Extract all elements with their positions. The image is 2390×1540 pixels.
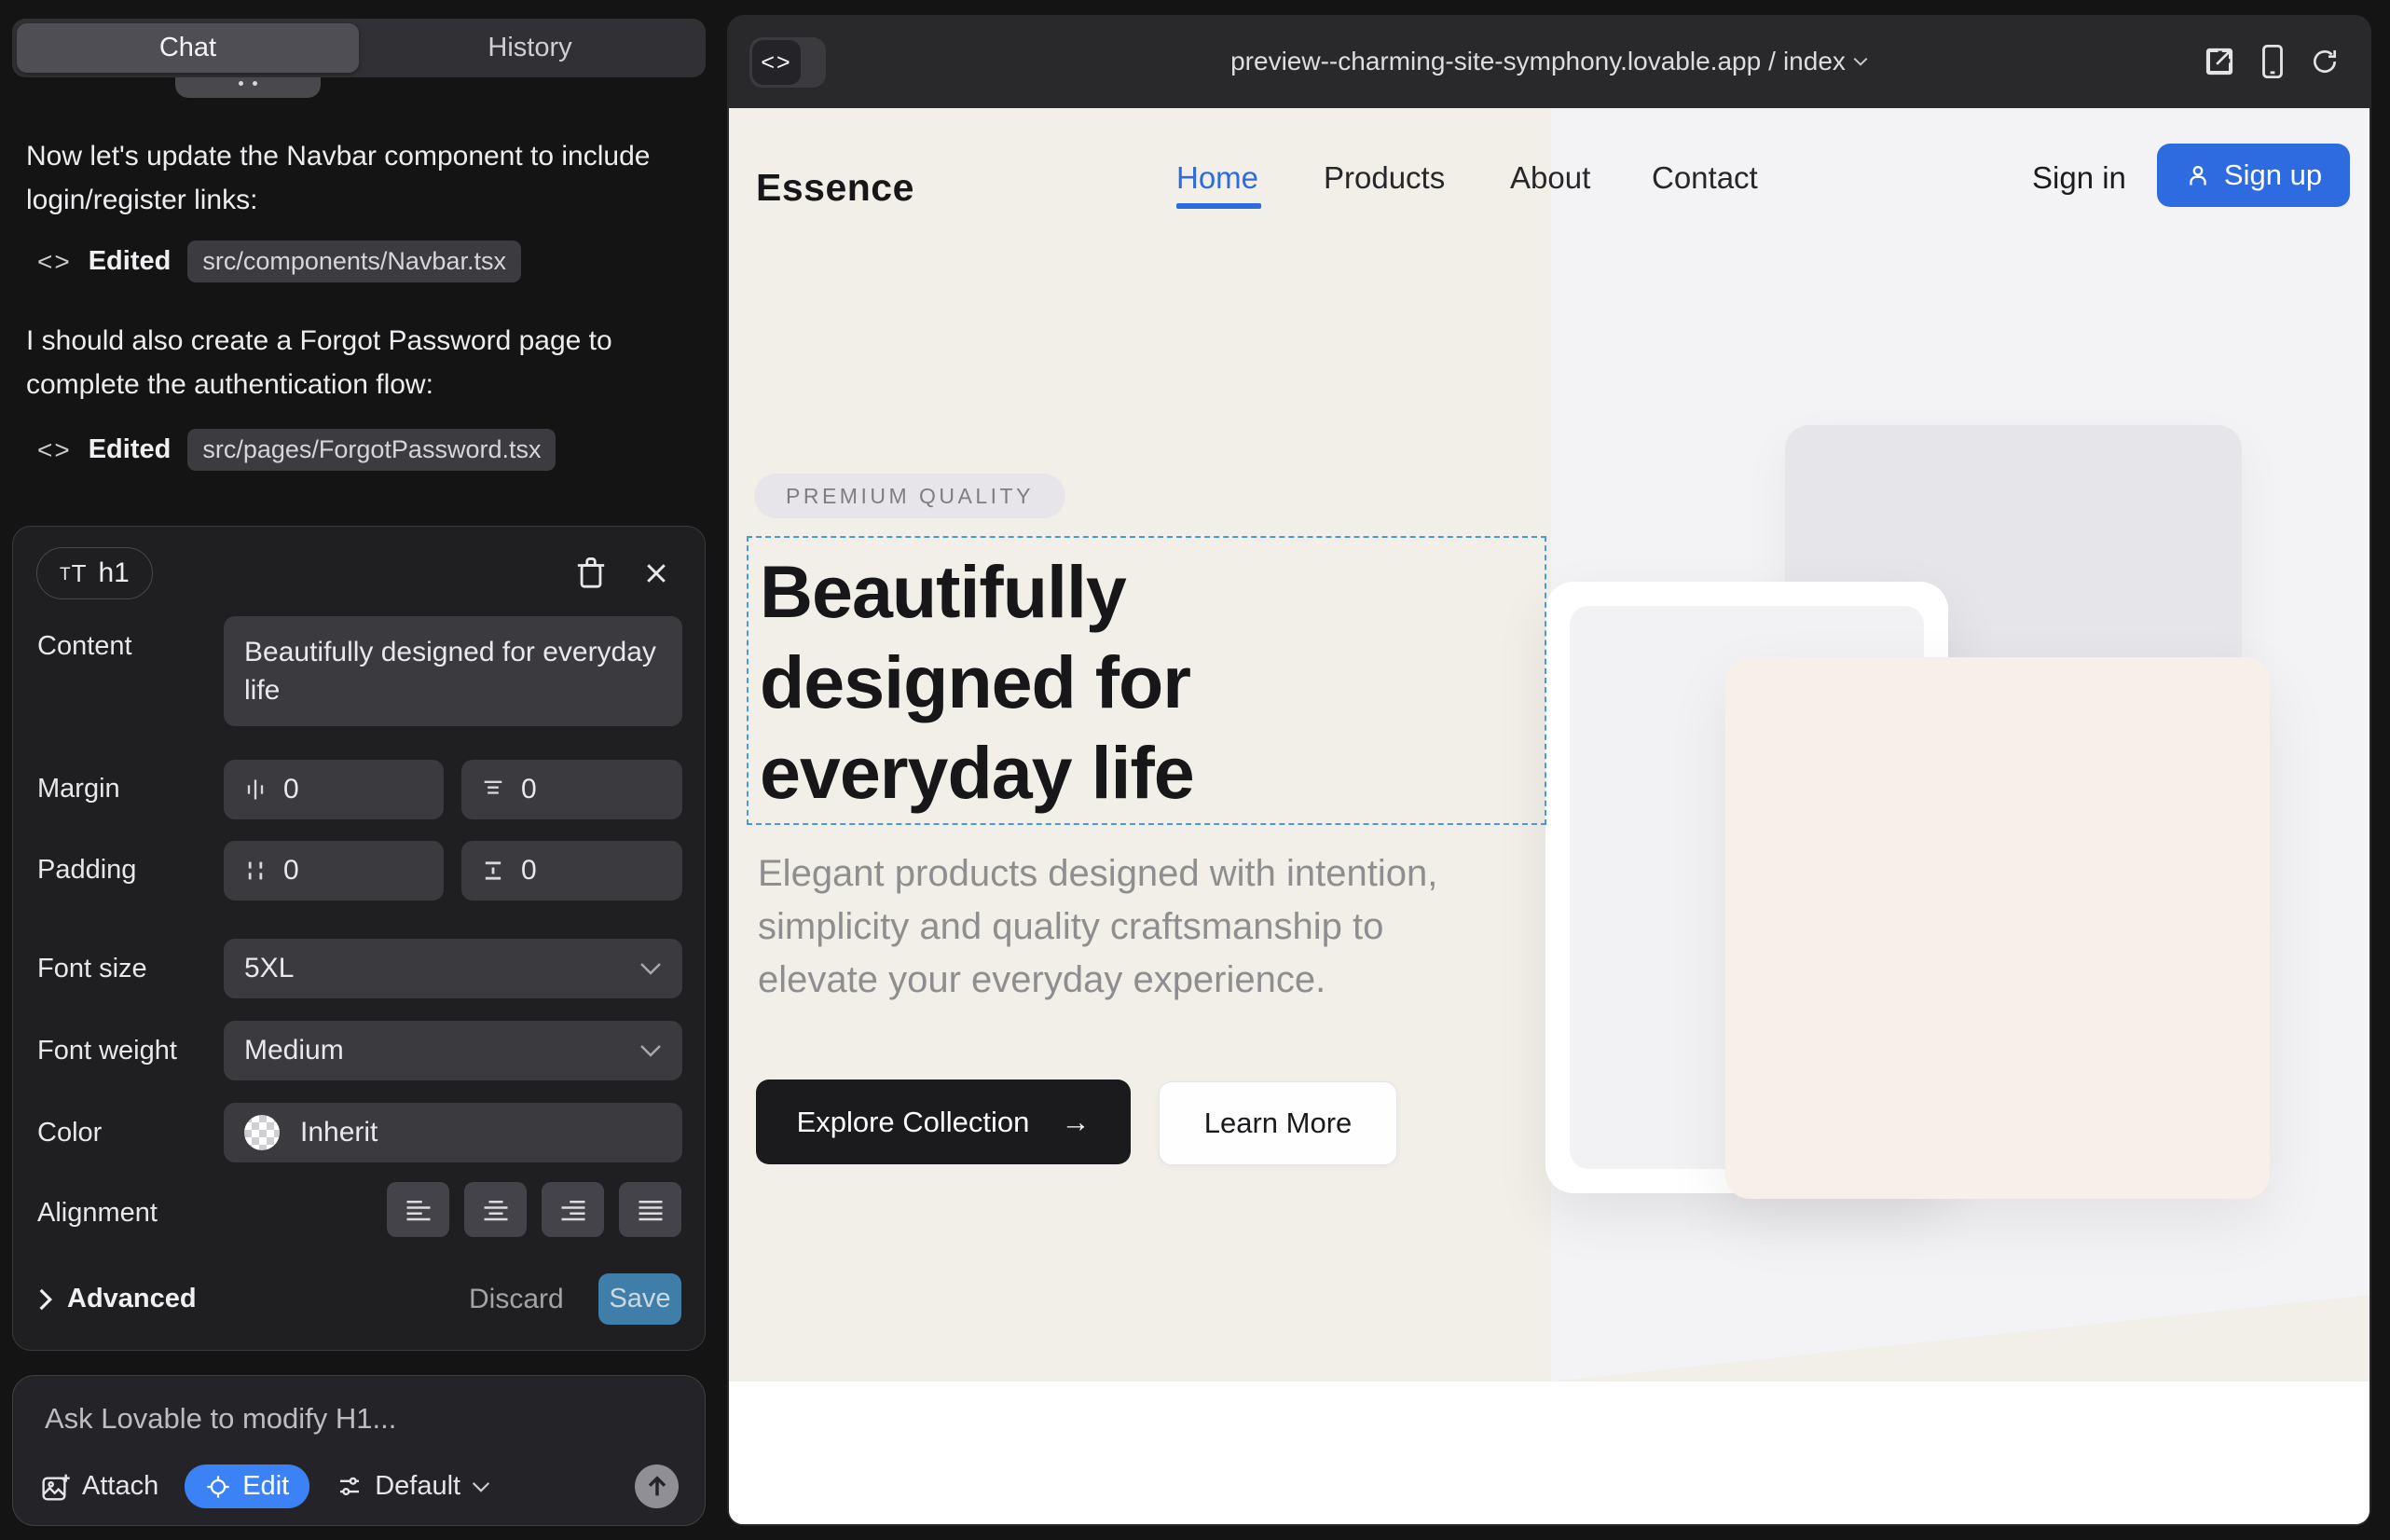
- margin-label: Margin: [37, 774, 120, 804]
- sign-up-button[interactable]: Sign up: [2157, 144, 2350, 207]
- scrolled-message-chip: [175, 77, 321, 98]
- element-editor-panel: TT h1 Content Beautifully designed for e…: [12, 526, 706, 1351]
- mobile-icon[interactable]: [2260, 44, 2286, 79]
- align-center-button[interactable]: [464, 1182, 527, 1237]
- url-bar[interactable]: preview--charming-site-symphony.lovable.…: [727, 15, 2371, 108]
- chat-message: Now let's update the Navbar component to…: [26, 134, 690, 222]
- padding-x-input[interactable]: 0: [224, 841, 444, 901]
- tab-chat[interactable]: Chat: [17, 23, 359, 73]
- alignment-label: Alignment: [37, 1198, 158, 1229]
- chat-history-tabbar: Chat History: [12, 19, 706, 77]
- preview-url: preview--charming-site-symphony.lovable.…: [1230, 47, 1761, 76]
- preview-page: index: [1783, 47, 1846, 76]
- align-center-icon: [482, 1198, 510, 1222]
- font-weight-label: Font weight: [37, 1036, 177, 1066]
- next-section: [729, 1382, 2369, 1524]
- nav-link-contact[interactable]: Contact: [1652, 160, 1758, 196]
- chevron-right-icon: [37, 1287, 52, 1312]
- chevron-down-icon: [472, 1481, 490, 1492]
- close-icon: [642, 559, 670, 587]
- font-weight-select[interactable]: Medium: [224, 1021, 682, 1080]
- user-icon: [2185, 162, 2211, 188]
- chat-composer[interactable]: Ask Lovable to modify H1... Attach Edit …: [12, 1375, 706, 1526]
- edit-target-icon: [205, 1474, 231, 1500]
- edit-mode-button[interactable]: Edit: [185, 1464, 309, 1508]
- edited-label: Edited: [89, 434, 172, 465]
- nav-link-home[interactable]: Home: [1176, 160, 1258, 196]
- sign-in-link[interactable]: Sign in: [2032, 160, 2126, 196]
- type-icon: TT: [60, 559, 88, 588]
- element-tag: h1: [99, 557, 130, 589]
- attach-button[interactable]: Attach: [41, 1471, 158, 1502]
- h1-selection-outline: [747, 536, 1546, 825]
- align-justify-button[interactable]: [619, 1182, 681, 1237]
- sliders-icon: [336, 1473, 364, 1501]
- site-logo[interactable]: Essence: [756, 166, 914, 210]
- arrow-right-icon: →: [1061, 1106, 1090, 1139]
- font-size-select[interactable]: 5XL: [224, 939, 682, 998]
- send-button[interactable]: [635, 1464, 679, 1508]
- attach-icon: [41, 1472, 71, 1502]
- premium-quality-badge: PREMIUM QUALITY: [754, 474, 1065, 518]
- hero-paragraph: Elegant products designed with intention…: [758, 847, 1504, 1007]
- code-icon: <>: [37, 435, 72, 465]
- edited-file-pill[interactable]: src/components/Navbar.tsx: [187, 241, 521, 282]
- browser-actions: [2204, 15, 2340, 108]
- padding-y-input[interactable]: 0: [461, 841, 682, 901]
- chevron-down-icon: [639, 962, 662, 975]
- chevron-down-icon: [1853, 57, 1868, 66]
- margin-vertical-icon: [480, 777, 506, 803]
- decor-card-beige: [1725, 657, 2270, 1199]
- app-window: Chat History Now let's update the Navbar…: [0, 0, 2390, 1540]
- advanced-toggle[interactable]: Advanced: [37, 1284, 197, 1314]
- edited-file-row: <> Edited src/pages/ForgotPassword.tsx: [37, 429, 556, 471]
- padding-horizontal-icon: [242, 858, 268, 884]
- align-right-button[interactable]: [542, 1182, 604, 1237]
- chevron-down-icon: [639, 1044, 662, 1057]
- edited-file-pill[interactable]: src/pages/ForgotPassword.tsx: [187, 429, 556, 471]
- padding-label: Padding: [37, 855, 136, 886]
- nav-link-products[interactable]: Products: [1324, 160, 1445, 196]
- nav-link-about[interactable]: About: [1510, 160, 1590, 196]
- edited-file-row: <> Edited src/components/Navbar.tsx: [37, 241, 521, 282]
- tab-history[interactable]: History: [359, 23, 701, 73]
- align-left-icon: [405, 1198, 433, 1222]
- composer-toolbar: Attach Edit Default: [41, 1464, 679, 1508]
- color-select[interactable]: Inherit: [224, 1103, 682, 1162]
- padding-vertical-icon: [480, 858, 506, 884]
- align-justify-icon: [637, 1198, 665, 1222]
- chat-message: I should also create a Forgot Password p…: [26, 319, 690, 406]
- preview-browser-frame: <> preview--charming-site-symphony.lovab…: [727, 15, 2371, 1526]
- content-field[interactable]: Beautifully designed for everyday life: [224, 616, 682, 726]
- delete-element-button[interactable]: [570, 553, 611, 594]
- selected-element-chip[interactable]: TT h1: [36, 547, 153, 599]
- font-size-label: Font size: [37, 954, 147, 984]
- discard-button[interactable]: Discard: [469, 1284, 564, 1315]
- align-left-button[interactable]: [387, 1182, 449, 1237]
- learn-more-button[interactable]: Learn More: [1159, 1081, 1397, 1165]
- code-icon: <>: [37, 247, 72, 277]
- margin-horizontal-icon: [242, 777, 268, 803]
- margin-y-input[interactable]: 0: [461, 760, 682, 819]
- active-nav-underline: [1176, 203, 1261, 209]
- checker-swatch: [244, 1115, 280, 1150]
- content-label: Content: [37, 631, 132, 662]
- composer-input[interactable]: Ask Lovable to modify H1...: [45, 1402, 396, 1436]
- refresh-icon[interactable]: [2310, 47, 2340, 76]
- trash-icon: [575, 556, 607, 591]
- edited-label: Edited: [89, 246, 172, 277]
- alignment-group: [387, 1182, 681, 1237]
- save-button[interactable]: Save: [598, 1273, 681, 1325]
- path-separator: /: [1768, 47, 1776, 76]
- explore-collection-button[interactable]: Explore Collection →: [756, 1079, 1131, 1164]
- send-icon: [647, 1476, 667, 1498]
- close-panel-button[interactable]: [636, 553, 677, 594]
- mode-select[interactable]: Default: [336, 1471, 490, 1502]
- margin-x-input[interactable]: 0: [224, 760, 444, 819]
- align-right-icon: [559, 1198, 587, 1222]
- hero-section: Essence Home Products About Contact Sign…: [729, 108, 2369, 1382]
- external-link-icon[interactable]: [2204, 46, 2235, 77]
- site-viewport: Essence Home Products About Contact Sign…: [729, 108, 2369, 1524]
- color-label: Color: [37, 1118, 102, 1148]
